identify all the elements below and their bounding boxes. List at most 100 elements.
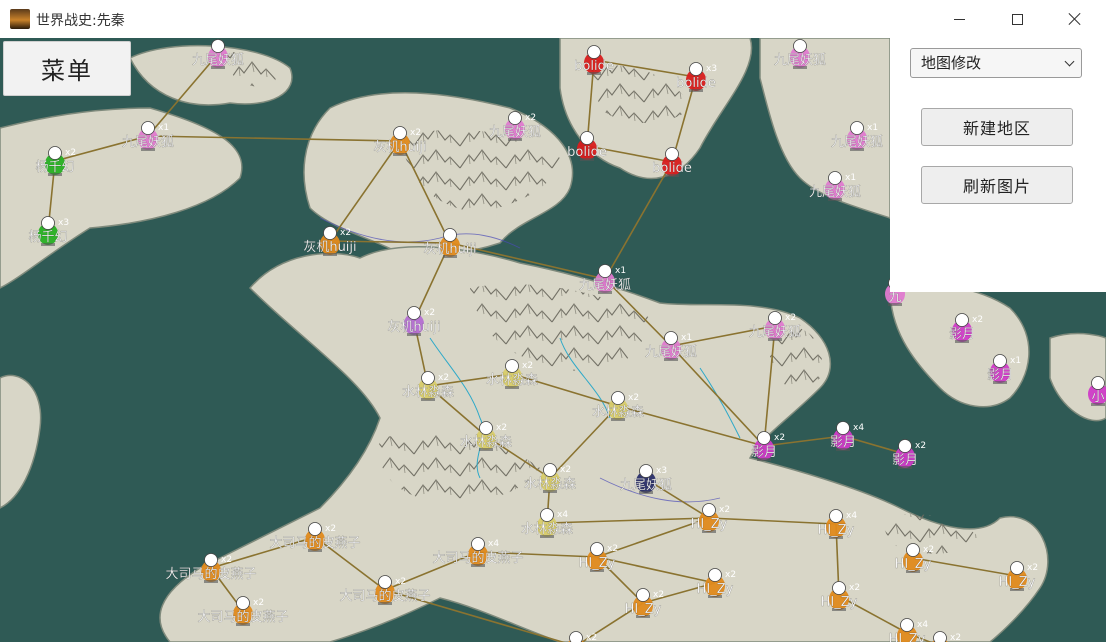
- unit-name-label: 大司马的皮燕子: [269, 535, 360, 551]
- unit-name-label: 灰机huiji: [373, 140, 426, 155]
- unit-avatar-icon: [471, 537, 485, 551]
- unit-count: x2: [628, 393, 639, 403]
- unit-count: x2: [395, 577, 406, 587]
- unit-avatar-icon: [236, 596, 250, 610]
- unit-name-label: 九: [888, 290, 901, 305]
- refresh-image-button[interactable]: 刷新图片: [921, 166, 1073, 204]
- unit-count: x2: [915, 441, 926, 451]
- unit-name-label: HI_Zy: [821, 595, 858, 610]
- unit-name-label: 小: [1091, 390, 1104, 405]
- unit-count: x2: [774, 433, 785, 443]
- unit-avatar-icon: [540, 508, 554, 522]
- maximize-button[interactable]: [988, 0, 1046, 38]
- mode-select[interactable]: 地图修改: [910, 48, 1082, 78]
- unit-avatar-icon: [611, 391, 625, 405]
- unit-count: x2: [424, 308, 435, 318]
- unit-name-label: 九尾妖狐: [749, 325, 801, 340]
- title-bar: 世界战史:先秦: [0, 0, 1106, 39]
- unit-count: x2: [525, 113, 536, 123]
- maximize-icon: [1011, 13, 1023, 25]
- unit-avatar-icon: [590, 542, 604, 556]
- unit-count: x1: [158, 123, 169, 133]
- unit-name-label: bolide: [574, 59, 614, 74]
- unit-avatar-icon: [639, 464, 653, 478]
- unit-avatar-icon: [900, 618, 914, 632]
- new-region-button[interactable]: 新建地区: [921, 108, 1073, 146]
- unit-name-label: 杨千幻: [28, 230, 67, 245]
- unit-count: x1: [1010, 356, 1021, 366]
- unit-count: x2: [607, 544, 618, 554]
- unit-avatar-icon: [569, 631, 583, 642]
- unit-name-label: 影月: [830, 435, 856, 450]
- side-panel: 地图修改 新建地区 刷新图片: [890, 38, 1106, 292]
- unit-count: x3: [58, 218, 69, 228]
- unit-avatar-icon: [204, 553, 218, 567]
- unit-count: x1: [681, 333, 692, 343]
- unit-name-label: 九尾妖狐: [620, 478, 672, 493]
- unit-name-label: 大司马的皮燕子: [432, 550, 523, 566]
- unit-name-label: HI_Zy: [895, 557, 932, 572]
- unit-count: x3: [706, 64, 717, 74]
- unit-avatar-icon: [664, 331, 678, 345]
- unit-count: x2: [522, 361, 533, 371]
- unit-avatar-icon: [141, 121, 155, 135]
- unit-name-label: HI_Zy: [579, 556, 616, 571]
- unit-count: x4: [846, 511, 857, 521]
- unit-avatar-icon: [955, 313, 969, 327]
- unit-count: x2: [653, 590, 664, 600]
- minimize-button[interactable]: [930, 0, 988, 38]
- unit-name-label: 杨千幻: [35, 160, 74, 175]
- unit-avatar-icon: [543, 463, 557, 477]
- unit-avatar-icon: [407, 306, 421, 320]
- unit-name-label: 影月: [751, 445, 777, 460]
- unit-name-label: 水林淼森: [521, 522, 573, 537]
- window-title: 世界战史:先秦: [36, 13, 125, 29]
- unit-name-label: 水林淼森: [460, 435, 512, 450]
- close-button[interactable]: [1046, 0, 1104, 38]
- unit-avatar-icon: [829, 509, 843, 523]
- unit-count: x4: [488, 539, 499, 549]
- unit-name-label: 灰机huiji: [303, 240, 356, 255]
- close-icon: [1068, 12, 1082, 26]
- unit-name-label: 九尾妖狐: [809, 185, 861, 200]
- unit-avatar-icon: [443, 228, 457, 242]
- unit-name-label: HI_Zy: [697, 582, 734, 597]
- unit-count: x2: [586, 633, 597, 642]
- unit-avatar-icon: [828, 171, 842, 185]
- menu-button[interactable]: 菜单: [3, 41, 131, 96]
- unit-count: x2: [496, 423, 507, 433]
- unit-count: x1: [845, 173, 856, 183]
- chevron-down-icon: [1064, 56, 1075, 67]
- unit-name-label: bolide: [676, 76, 716, 91]
- unit-count: x2: [65, 148, 76, 158]
- unit-avatar-icon: [580, 131, 594, 145]
- unit-name-label: bolide: [652, 161, 692, 176]
- unit-name-label: 大司马的皮燕子: [197, 609, 288, 625]
- unit-avatar-icon: [508, 111, 522, 125]
- unit-avatar-icon: [689, 62, 703, 76]
- unit-avatar-icon: [1091, 376, 1105, 390]
- unit-name-label: 九尾妖狐: [774, 53, 826, 68]
- unit-avatar-icon: [665, 147, 679, 161]
- mode-select-value: 地图修改: [921, 54, 982, 72]
- unit-count: x2: [253, 598, 264, 608]
- unit-count: x2: [221, 555, 232, 565]
- unit-avatar-icon: [378, 575, 392, 589]
- unit-count: x2: [849, 583, 860, 593]
- unit-avatar-icon: [906, 543, 920, 557]
- unit-avatar-icon: [308, 522, 322, 536]
- unit-count: x1: [615, 266, 626, 276]
- unit-avatar-icon: [48, 146, 62, 160]
- unit-count: x3: [656, 466, 667, 476]
- unit-name-label: bolide: [567, 145, 607, 160]
- unit-name-label: 大司马的皮燕子: [165, 566, 256, 582]
- unit-count: x2: [410, 128, 421, 138]
- unit-count: x2: [972, 315, 983, 325]
- unit-name-label: 九尾妖狐: [645, 345, 697, 360]
- unit-name-label: 九尾妖狐: [192, 53, 244, 68]
- unit-count: x2: [438, 373, 449, 383]
- unit-name-label: HI_Zy: [691, 517, 728, 532]
- unit-name-label: 影月: [892, 453, 918, 468]
- unit-name-label: HI_Zy: [818, 523, 855, 538]
- unit-count: x2: [325, 524, 336, 534]
